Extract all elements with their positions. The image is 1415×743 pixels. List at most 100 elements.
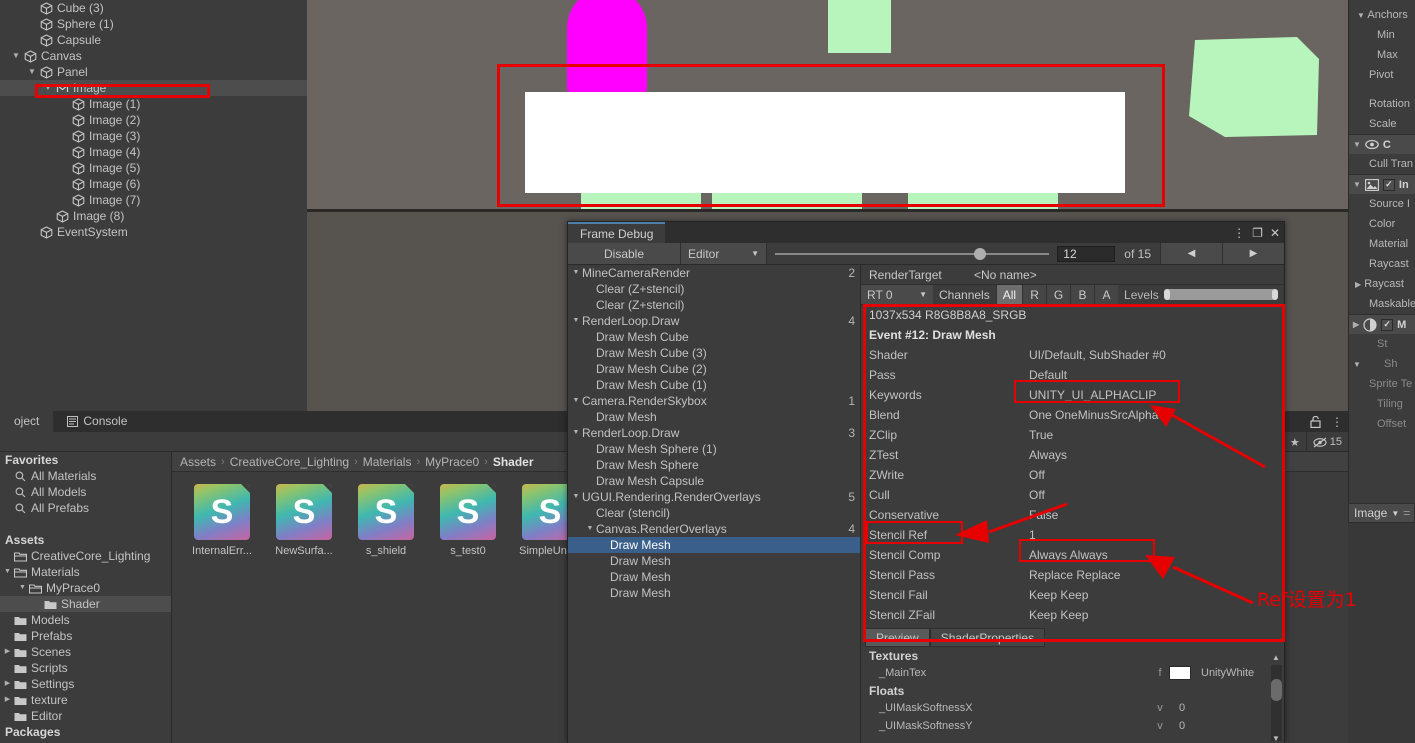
project-tree-item-texture[interactable]: ▶ texture bbox=[0, 692, 171, 708]
target-dropdown[interactable]: Editor ▼ bbox=[681, 243, 767, 264]
frame-event-row[interactable]: Draw Mesh bbox=[568, 537, 860, 553]
channel-button-r[interactable]: R bbox=[1022, 285, 1047, 304]
event-index-input[interactable]: 12 bbox=[1057, 246, 1116, 262]
event-slider[interactable] bbox=[767, 243, 1057, 264]
frame-event-row[interactable]: Draw Mesh Sphere (1) bbox=[568, 441, 860, 457]
frame-debugger-toolbar[interactable]: Disable Editor ▼ 12 of 15 ◀ ▶ bbox=[568, 243, 1284, 265]
channels-row[interactable]: RT 0 ▼ Channels All R G B A Levels bbox=[861, 285, 1284, 305]
frame-event-row[interactable]: ▼ UGUI.Rendering.RenderOverlays 5 bbox=[568, 489, 860, 505]
channel-button-b[interactable]: B bbox=[1070, 285, 1095, 304]
shader-properties-pane[interactable]: Textures _MainTex f UnityWhite Floats _U… bbox=[861, 647, 1284, 743]
breadcrumb-item-materials[interactable]: Materials bbox=[363, 455, 412, 469]
project-tree-item-materials[interactable]: ▼ Materials bbox=[0, 564, 171, 580]
frame-debugger-detail-pane[interactable]: RenderTarget <No name> RT 0 ▼ Channels A… bbox=[861, 265, 1284, 743]
frame-event-row[interactable]: Clear (Z+stencil) bbox=[568, 297, 860, 313]
hierarchy-item-image-5[interactable]: Image (5) bbox=[0, 160, 307, 176]
close-icon[interactable]: ✕ bbox=[1270, 226, 1280, 240]
hierarchy-item-panel[interactable]: ▼ Panel bbox=[0, 64, 307, 80]
frame-event-row[interactable]: Draw Mesh bbox=[568, 585, 860, 601]
project-tree-item-scripts[interactable]: Scripts bbox=[0, 660, 171, 676]
scroll-up-icon[interactable]: ▲ bbox=[1272, 653, 1280, 662]
chevron-down-icon[interactable]: ▼ bbox=[42, 80, 54, 96]
breadcrumb-item-assets[interactable]: Assets bbox=[180, 455, 216, 469]
inspector-panel[interactable]: ▼ Anchors Min Max Pivot Rotation Scale ▼… bbox=[1348, 0, 1415, 520]
project-tree-item-shader[interactable]: Shader bbox=[0, 596, 171, 612]
inspector-canvas-section-header[interactable]: ▼ C bbox=[1349, 134, 1415, 154]
frame-event-row[interactable]: Draw Mesh Cube (3) bbox=[568, 345, 860, 361]
kebab-menu-icon[interactable]: ⋮ bbox=[1233, 226, 1245, 240]
disable-button[interactable]: Disable bbox=[568, 243, 681, 264]
breadcrumb-item-myprace0[interactable]: MyPrace0 bbox=[425, 455, 479, 469]
chevron-right-icon[interactable]: ▶ bbox=[2, 676, 13, 692]
preview-tab-shaderproperties[interactable]: ShaderProperties bbox=[929, 628, 1046, 647]
lock-icon[interactable] bbox=[1304, 411, 1326, 432]
chevron-right-icon[interactable]: ▶ bbox=[2, 644, 13, 660]
project-tree-item-packages[interactable]: Packages bbox=[0, 724, 171, 740]
inspector-raycast-padding[interactable]: ▶ Raycast bbox=[1349, 274, 1415, 294]
preview-tab-preview[interactable]: Preview bbox=[865, 628, 930, 647]
hierarchy-item-eventsystem[interactable]: EventSystem bbox=[0, 224, 307, 240]
scroll-down-icon[interactable]: ▼ bbox=[1272, 734, 1280, 743]
project-tree-item-all-prefabs[interactable]: All Prefabs bbox=[0, 500, 171, 516]
frame-event-row[interactable]: ▼ Camera.RenderSkybox 1 bbox=[568, 393, 860, 409]
frame-event-row[interactable]: Draw Mesh bbox=[568, 569, 860, 585]
project-window-tools[interactable]: ⋮ bbox=[1304, 411, 1348, 432]
chevron-down-icon[interactable]: ▼ bbox=[17, 580, 28, 596]
visibility-toggle[interactable]: 15 bbox=[1305, 432, 1348, 452]
frame-event-row[interactable]: Draw Mesh bbox=[568, 409, 860, 425]
asset-item[interactable]: Ss_shield bbox=[350, 484, 422, 557]
project-tree-item-all-models[interactable]: All Models bbox=[0, 484, 171, 500]
channel-button-a[interactable]: A bbox=[1094, 285, 1119, 304]
hierarchy-item-image-3[interactable]: Image (3) bbox=[0, 128, 307, 144]
properties-scrollbar[interactable]: ▲ ▼ bbox=[1271, 653, 1282, 743]
scrollbar-thumb[interactable] bbox=[1271, 679, 1282, 701]
hierarchy-panel[interactable]: Cube (3) Sphere (1) Capsule ▼ Canvas ▼ Panel ▼ I… bbox=[0, 0, 307, 411]
hierarchy-item-sphere-1[interactable]: Sphere (1) bbox=[0, 16, 307, 32]
chevron-right-icon[interactable]: ▶ bbox=[2, 692, 13, 708]
frame-event-row[interactable]: Draw Mesh bbox=[568, 553, 860, 569]
project-tree-item-editor[interactable]: Editor bbox=[0, 708, 171, 724]
frame-event-row[interactable]: ▼ Canvas.RenderOverlays 4 bbox=[568, 521, 860, 537]
chevron-down-icon[interactable]: ▼ bbox=[570, 393, 582, 409]
prev-event-button[interactable]: ◀ bbox=[1160, 243, 1222, 264]
hierarchy-item-image-7[interactable]: Image (7) bbox=[0, 192, 307, 208]
project-tree-item-creativecore-lighting[interactable]: CreativeCore_Lighting bbox=[0, 548, 171, 564]
hierarchy-item-capsule[interactable]: Capsule bbox=[0, 32, 307, 48]
event-slider-knob[interactable] bbox=[973, 247, 986, 260]
hierarchy-item-image-1[interactable]: Image (1) bbox=[0, 96, 307, 112]
inspector-image-section-header[interactable]: ▼ ✓ In bbox=[1349, 174, 1415, 194]
breadcrumb-item-creativecore-lighting[interactable]: CreativeCore_Lighting bbox=[230, 455, 349, 469]
hierarchy-item-image-2[interactable]: Image (2) bbox=[0, 112, 307, 128]
frame-event-row[interactable]: Draw Mesh Cube bbox=[568, 329, 860, 345]
hierarchy-item-image[interactable]: ▼ Image bbox=[0, 80, 307, 96]
chevron-down-icon[interactable]: ▼ bbox=[584, 521, 596, 537]
asset-item[interactable]: S NewSurfa... bbox=[268, 484, 340, 557]
inspector-mask-section-header[interactable]: ▶ ✓ M bbox=[1349, 314, 1415, 334]
frame-event-row[interactable]: Draw Mesh Cube (2) bbox=[568, 361, 860, 377]
asset-item[interactable]: Ss_test0 bbox=[432, 484, 504, 557]
project-tree-item-favorites[interactable]: Favorites bbox=[0, 452, 171, 468]
hierarchy-item-image-4[interactable]: Image (4) bbox=[0, 144, 307, 160]
frame-event-row[interactable]: ▼ MineCameraRender 2 bbox=[568, 265, 860, 281]
project-tree-item-models[interactable]: Models bbox=[0, 612, 171, 628]
frame-event-row[interactable]: Clear (Z+stencil) bbox=[568, 281, 860, 297]
breadcrumb-item-shader[interactable]: Shader bbox=[493, 455, 534, 469]
next-event-button[interactable]: ▶ bbox=[1222, 243, 1284, 264]
channel-button-g[interactable]: G bbox=[1046, 285, 1071, 304]
frame-event-row[interactable]: Draw Mesh Cube (1) bbox=[568, 377, 860, 393]
frame-event-row[interactable]: ▼ RenderLoop.Draw 4 bbox=[568, 313, 860, 329]
frame-event-row[interactable]: Clear (stencil) bbox=[568, 505, 860, 521]
maximize-icon[interactable]: ❐ bbox=[1252, 226, 1263, 240]
chevron-down-icon[interactable]: ▼ bbox=[570, 489, 582, 505]
rt-select-dropdown[interactable]: RT 0 ▼ bbox=[861, 285, 933, 304]
project-tree-item-myprace0[interactable]: ▼ MyPrace0 bbox=[0, 580, 171, 596]
tab-console[interactable]: Console bbox=[53, 411, 141, 432]
inspector-anchors-row[interactable]: ▼ Anchors bbox=[1349, 5, 1415, 25]
frame-event-row[interactable]: ▼ RenderLoop.Draw 3 bbox=[568, 425, 860, 441]
project-tree-item-prefabs[interactable]: Prefabs bbox=[0, 628, 171, 644]
frame-event-row[interactable]: Draw Mesh Sphere bbox=[568, 457, 860, 473]
frame-debugger-event-tree[interactable]: ▼ MineCameraRender 2 Clear (Z+stencil) Clear… bbox=[568, 265, 861, 743]
tab-project[interactable]: oject bbox=[0, 411, 54, 432]
channel-button-all[interactable]: All bbox=[995, 285, 1023, 304]
project-tree-item-settings[interactable]: ▶ Settings bbox=[0, 676, 171, 692]
